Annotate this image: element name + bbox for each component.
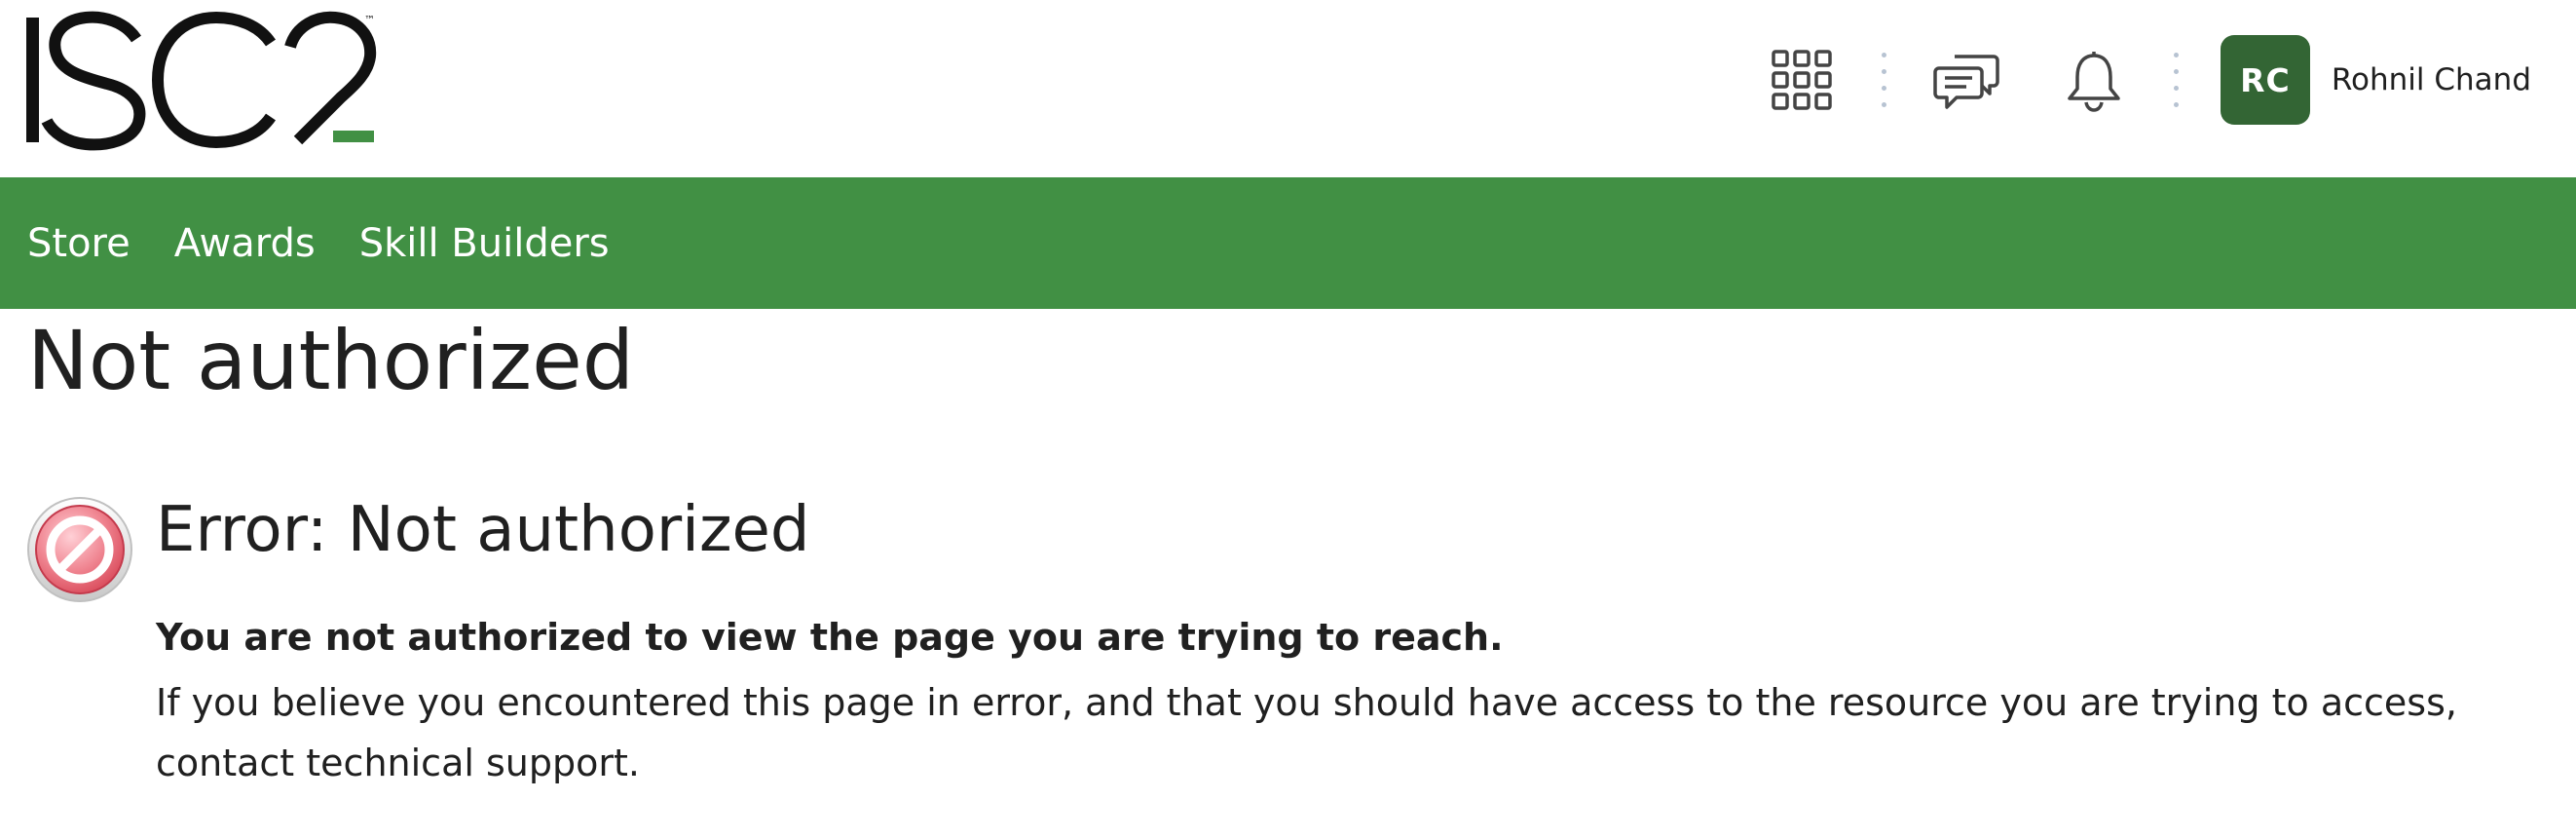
header-separator — [2174, 53, 2180, 107]
error-heading: Error: Not authorized — [156, 494, 810, 566]
top-header: ™ RC Rohnil Chand — [0, 0, 2576, 177]
nav-item-skill-builders[interactable]: Skill Builders — [359, 221, 610, 266]
nav-item-store[interactable]: Store — [27, 221, 131, 266]
main-navigation: Store Awards Skill Builders — [0, 177, 2576, 309]
error-message: If you believe you encountered this page… — [156, 681, 2457, 784]
isc2-logo[interactable]: ™ — [21, 10, 392, 156]
user-name[interactable]: Rohnil Chand — [2332, 62, 2531, 97]
trademark-symbol: ™ — [364, 14, 375, 26]
header-separator — [1882, 53, 1887, 107]
app-launcher-icon[interactable] — [1763, 41, 1841, 119]
chat-icon[interactable] — [1928, 41, 2006, 119]
no-entry-icon — [25, 495, 134, 604]
user-avatar[interactable]: RC — [2220, 35, 2310, 125]
nav-item-awards[interactable]: Awards — [174, 221, 316, 266]
error-message-bold: You are not authorized to view the page … — [156, 616, 1504, 659]
bell-icon[interactable] — [2055, 41, 2133, 119]
header-actions: RC Rohnil Chand — [1763, 33, 2531, 127]
page-title: Not authorized — [27, 313, 635, 408]
